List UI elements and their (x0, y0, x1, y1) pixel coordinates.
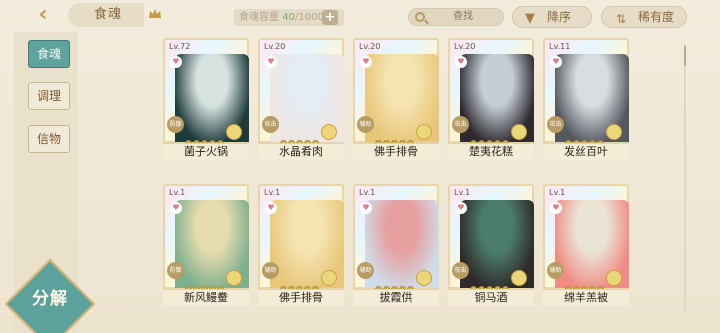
heart-icon: ♥ (455, 202, 467, 214)
character-card[interactable]: Lv.20 ♥ 辅助佛手排骨 (353, 38, 439, 161)
heart-icon: ♥ (170, 56, 182, 68)
card-level: Lv.72 (169, 42, 191, 51)
card-level: Lv.1 (454, 188, 471, 197)
role-badge: 攻击 (452, 262, 469, 279)
card-frame: Lv.1 ♥ 辅助 (543, 184, 629, 293)
star-rating (185, 278, 231, 293)
page-title: 食魂 (68, 3, 144, 27)
tab-conditioning[interactable]: 调理 (28, 82, 70, 110)
heart-icon: ♥ (265, 202, 277, 214)
character-card[interactable]: Lv.1 ♥ 辅助佛手排骨 (258, 184, 344, 307)
card-name: 绵羊羔被 (543, 289, 629, 306)
role-badge: 辅助 (357, 262, 374, 279)
card-frame: Lv.11 ♥ 攻击 (543, 38, 629, 147)
character-card[interactable]: Lv.72 ♥ 防御菌子火锅 (163, 38, 249, 161)
card-level: Lv.20 (359, 42, 381, 51)
scrollbar-thumb[interactable] (684, 46, 686, 66)
star-rating (470, 278, 516, 293)
card-name: 佛手排骨 (353, 143, 439, 160)
card-frame: Lv.20 ♥ 攻击 (448, 38, 534, 147)
app-root: ‹ 食魂 食魂容量 40/1000 + 查找 ▼ 降序 ⇅ 稀有度 食魂 调理 … (0, 0, 720, 333)
sort-order-button[interactable]: ▼ 降序 (512, 6, 592, 28)
chevron-down-icon: ▼ (525, 11, 535, 26)
card-name: 楚夷花糕 (448, 143, 534, 160)
tab-tokens[interactable]: 信物 (28, 125, 70, 153)
scrollbar-track[interactable] (684, 44, 686, 314)
heart-icon: ♥ (550, 56, 562, 68)
heart-icon: ♥ (550, 202, 562, 214)
back-arrow-icon[interactable]: ‹ (30, 2, 56, 28)
decompose-label: 分解 (32, 289, 68, 309)
star-rating (280, 132, 326, 147)
character-card[interactable]: Lv.1 ♥ 防御新风鳗鲞 (163, 184, 249, 307)
star-rating (375, 132, 421, 147)
star-rating (565, 278, 611, 293)
star-rating (565, 132, 611, 147)
card-name: 新风鳗鲞 (163, 289, 249, 306)
star-rating (185, 132, 231, 147)
heart-icon: ♥ (455, 56, 467, 68)
card-name: 佛手排骨 (258, 289, 344, 306)
search-label: 查找 (453, 11, 473, 22)
role-badge: 辅助 (262, 262, 279, 279)
role-badge: 防御 (167, 116, 184, 133)
capacity-label: 食魂容量 (239, 12, 279, 23)
role-badge: 攻击 (547, 116, 564, 133)
card-frame: Lv.1 ♥ 辅助 (353, 184, 439, 293)
card-frame: Lv.72 ♥ 防御 (163, 38, 249, 147)
card-level: Lv.1 (549, 188, 566, 197)
card-level: Lv.1 (169, 188, 186, 197)
sort-arrows-icon: ⇅ (616, 12, 627, 26)
add-capacity-button[interactable]: + (322, 10, 338, 25)
card-frame: Lv.1 ♥ 辅助 (258, 184, 344, 293)
card-frame: Lv.20 ♥ 辅助 (353, 38, 439, 147)
card-level: Lv.1 (264, 188, 281, 197)
sort-rarity-button[interactable]: ⇅ 稀有度 (601, 6, 687, 28)
character-card[interactable]: Lv.1 ♥ 辅助拔霞供 (353, 184, 439, 307)
character-card[interactable]: Lv.20 ♥ 攻击楚夷花糕 (448, 38, 534, 161)
card-frame: Lv.1 ♥ 攻击 (448, 184, 534, 293)
search-button[interactable]: 查找 (408, 8, 504, 26)
sort-order-label: 降序 (547, 10, 572, 24)
card-name: 菌子火锅 (163, 143, 249, 160)
role-badge: 辅助 (357, 116, 374, 133)
heart-icon: ♥ (170, 202, 182, 214)
star-rating (280, 278, 326, 293)
role-badge: 攻击 (452, 116, 469, 133)
heart-icon: ♥ (360, 202, 372, 214)
character-card[interactable]: Lv.11 ♥ 攻击发丝百叶 (543, 38, 629, 161)
card-level: Lv.11 (549, 42, 571, 51)
character-card[interactable]: Lv.20 ♥ 攻击水晶肴肉 (258, 38, 344, 161)
role-badge: 防御 (167, 262, 184, 279)
card-level: Lv.20 (454, 42, 476, 51)
card-frame: Lv.20 ♥ 攻击 (258, 38, 344, 147)
character-card[interactable]: Lv.1 ♥ 攻击铜马酒 (448, 184, 534, 307)
role-badge: 攻击 (262, 116, 279, 133)
star-rating (375, 278, 421, 293)
crown-icon (149, 9, 161, 18)
card-name: 发丝百叶 (543, 143, 629, 160)
card-level: Lv.20 (264, 42, 286, 51)
heart-icon: ♥ (360, 56, 372, 68)
capacity-current: 40 (282, 12, 295, 23)
card-name: 水晶肴肉 (258, 143, 344, 160)
card-name: 拔霞供 (353, 289, 439, 306)
card-frame: Lv.1 ♥ 防御 (163, 184, 249, 293)
star-rating (470, 132, 516, 147)
top-bar: ‹ 食魂 食魂容量 40/1000 + 查找 ▼ 降序 ⇅ 稀有度 (0, 0, 720, 34)
card-level: Lv.1 (359, 188, 376, 197)
character-card[interactable]: Lv.1 ♥ 辅助绵羊羔被 (543, 184, 629, 307)
food-soul-grid: Lv.72 ♥ 防御 菌子火锅 Lv.20 ♥ 攻击 水晶肴肉 Lv.20 ♥ 辅助 佛手排骨 Lv.2… (163, 38, 675, 333)
heart-icon: ♥ (265, 56, 277, 68)
sidebar: 食魂 调理 信物 分解 (0, 32, 96, 333)
role-badge: 辅助 (547, 262, 564, 279)
sort-rarity-label: 稀有度 (638, 10, 675, 24)
capacity-total: /1000 (294, 12, 324, 23)
tab-food-soul[interactable]: 食魂 (28, 40, 70, 68)
card-name: 铜马酒 (448, 289, 534, 306)
